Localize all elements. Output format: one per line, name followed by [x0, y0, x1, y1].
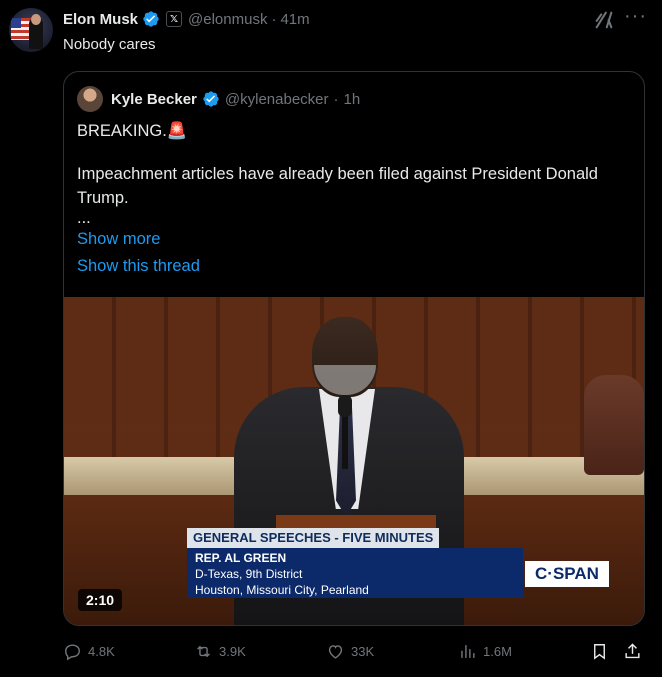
- show-more-link[interactable]: Show more: [77, 230, 160, 249]
- author-handle[interactable]: @elonmusk: [188, 11, 267, 28]
- reply-button[interactable]: 4.8K: [63, 640, 115, 662]
- speaker-location: Houston, Missouri City, Pearland: [195, 583, 369, 597]
- reply-count: 4.8K: [88, 643, 115, 659]
- quoted-tweet[interactable]: Kyle Becker @kylenabecker · 1h BREAKING.…: [63, 71, 645, 626]
- show-thread-link[interactable]: Show this thread: [77, 257, 200, 276]
- share-icon: [625, 642, 640, 658]
- views-count: 1.6M: [483, 643, 512, 659]
- author-avatar[interactable]: [9, 8, 53, 52]
- repost-count: 3.9K: [219, 643, 246, 659]
- quote-line-breaking: BREAKING.🚨: [77, 122, 188, 140]
- lower-third-box: REP. AL GREEN D-Texas, 9th District Hous…: [187, 548, 523, 598]
- verified-badge-icon: [143, 11, 159, 27]
- bookmark-button[interactable]: [590, 640, 609, 662]
- separator-dot: ·: [333, 90, 339, 108]
- quote-header: Kyle Becker @kylenabecker · 1h: [77, 86, 360, 112]
- views-button[interactable]: 1.6M: [458, 640, 512, 662]
- quote-line-ellipsis: ...: [77, 209, 91, 227]
- more-icon[interactable]: ···: [624, 6, 646, 29]
- tweet-header: Elon Musk 𝕏 @elonmusk · 41m: [63, 9, 310, 29]
- speaker-name: REP. AL GREEN: [195, 551, 287, 565]
- quote-text: BREAKING.🚨 Impeachment articles have alr…: [77, 119, 637, 226]
- speaker-district: D-Texas, 9th District: [195, 567, 303, 581]
- action-bar: 4.8K 3.9K 33K 1.6M: [63, 640, 648, 662]
- like-button[interactable]: 33K: [326, 640, 374, 662]
- flag-graphic: [11, 18, 31, 40]
- grok-icon[interactable]: [593, 9, 615, 31]
- quote-author-handle[interactable]: @kylenabecker: [225, 91, 329, 108]
- quote-timestamp[interactable]: 1h: [344, 91, 361, 108]
- avatar-head: [31, 14, 41, 25]
- author-name[interactable]: Elon Musk: [63, 11, 138, 28]
- repost-button[interactable]: 3.9K: [194, 640, 246, 662]
- lower-third-title: GENERAL SPEECHES - FIVE MINUTES: [187, 528, 440, 548]
- views-icon: [461, 644, 475, 658]
- cspan-logo: C·SPAN: [525, 561, 609, 587]
- x-affiliate-badge-icon: 𝕏: [166, 11, 183, 27]
- quote-author-avatar[interactable]: [77, 86, 103, 112]
- tweet-text: Nobody cares: [63, 36, 156, 53]
- share-button[interactable]: [623, 640, 642, 662]
- video-player[interactable]: GENERAL SPEECHES - FIVE MINUTES REP. AL …: [64, 297, 644, 625]
- like-icon: [328, 644, 343, 659]
- quote-line-body: Impeachment articles have already been f…: [77, 165, 598, 207]
- video-duration: 2:10: [78, 589, 123, 611]
- quote-author-name[interactable]: Kyle Becker: [111, 91, 197, 108]
- separator-dot: ·: [271, 10, 277, 28]
- bookmark-icon: [594, 643, 605, 660]
- repost-icon: [197, 645, 210, 657]
- like-count: 33K: [351, 643, 375, 659]
- microphone-icon: [338, 395, 352, 417]
- timestamp[interactable]: 41m: [280, 11, 309, 28]
- chair: [584, 375, 644, 475]
- reply-icon: [65, 643, 80, 660]
- verified-badge-icon: [203, 91, 219, 107]
